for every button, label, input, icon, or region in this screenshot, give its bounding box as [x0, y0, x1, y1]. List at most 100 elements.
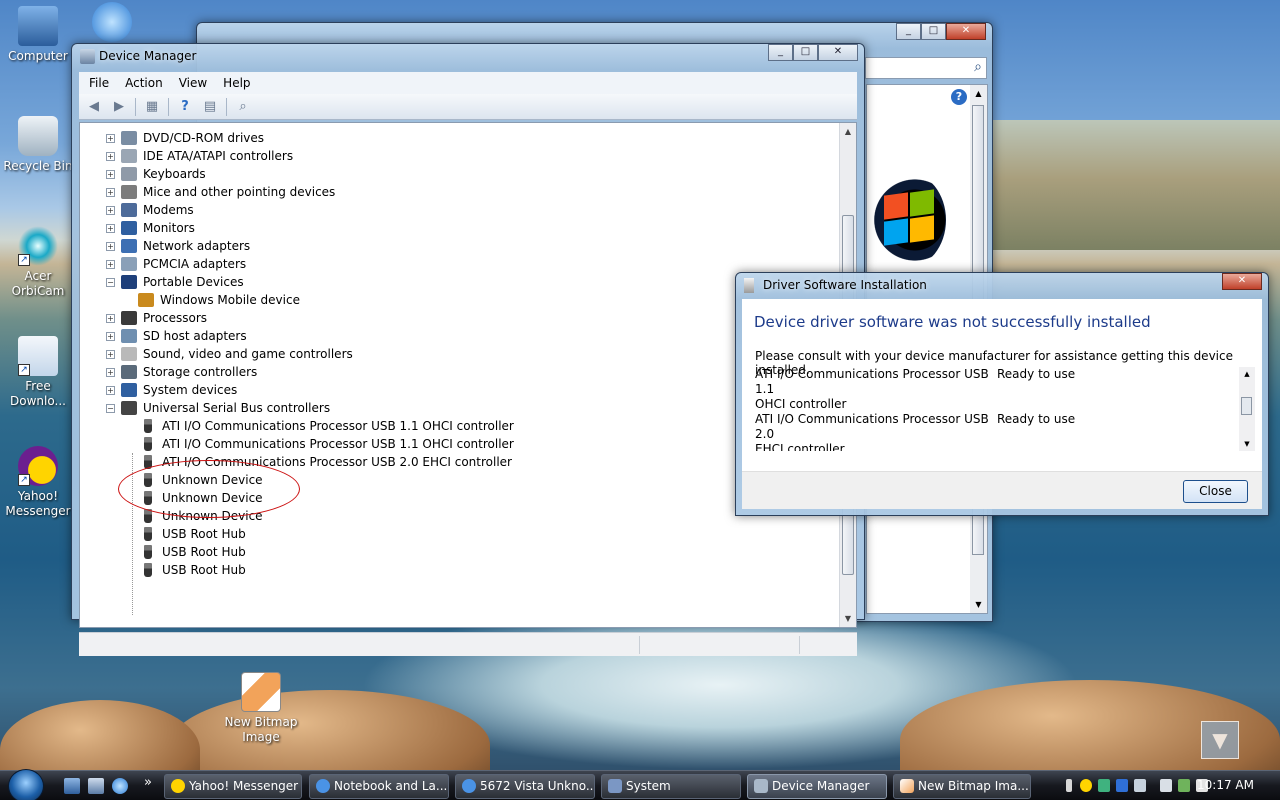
taskbar-button-device-manager[interactable]: Device Manager	[747, 774, 887, 799]
desktop-icon-free-download[interactable]: ↗ Free Downlo...	[0, 336, 76, 409]
desktop-icon-recycle-bin[interactable]: Recycle Bin	[0, 116, 76, 174]
device-tree-category[interactable]: + Modems	[106, 201, 194, 219]
scroll-down-icon[interactable]: ▼	[1239, 437, 1255, 451]
close-icon[interactable]: ✕	[818, 44, 858, 61]
expand-icon[interactable]: +	[106, 241, 115, 251]
switch-windows-icon[interactable]	[88, 778, 104, 794]
sync-tray-icon[interactable]	[1134, 779, 1146, 792]
close-icon[interactable]: ✕	[1222, 273, 1262, 290]
menu-file[interactable]: File	[89, 76, 109, 90]
expand-icon[interactable]: +	[106, 331, 115, 341]
bluetooth-tray-icon[interactable]	[1116, 779, 1128, 792]
show-hide-console-tree-icon[interactable]: ▦	[143, 99, 161, 115]
minimize-icon[interactable]: _	[768, 44, 793, 61]
device-tree-category[interactable]: − Portable Devices	[106, 273, 244, 291]
driver-list-item[interactable]: ATI I/O Communications Processor USB 1.1…	[755, 367, 1255, 397]
device-tree-item[interactable]: USB Root Hub	[140, 525, 246, 543]
minimize-icon[interactable]: _	[896, 23, 921, 40]
collapse-icon[interactable]: −	[106, 277, 115, 287]
back-arrow-icon[interactable]: ◀	[85, 99, 103, 115]
driver-list-item[interactable]: EHCI controller	[755, 442, 1255, 451]
help-icon[interactable]: ?	[176, 99, 194, 115]
expand-icon[interactable]: +	[106, 367, 115, 377]
network-connection-icon[interactable]	[1178, 779, 1190, 792]
forward-arrow-icon[interactable]: ▶	[110, 99, 128, 115]
scroll-up-icon[interactable]: ▲	[1239, 367, 1255, 381]
device-tree-category[interactable]: + SD host adapters	[106, 327, 247, 345]
menu-action[interactable]: Action	[125, 76, 163, 90]
help-icon[interactable]: ?	[951, 89, 967, 105]
properties-icon[interactable]: ▤	[201, 99, 219, 115]
device-tree-category[interactable]: + System devices	[106, 381, 237, 399]
expand-icon[interactable]: +	[106, 133, 115, 143]
expand-icon[interactable]: +	[106, 169, 115, 179]
collapse-icon[interactable]: −	[106, 403, 115, 413]
internet-explorer-icon[interactable]	[112, 778, 128, 794]
device-tree-category[interactable]: + Processors	[106, 309, 207, 327]
bitmap-image-icon	[241, 672, 281, 712]
taskbar-button-new-bitmap[interactable]: New Bitmap Ima...	[893, 774, 1031, 799]
driver-name: EHCI controller	[755, 442, 845, 451]
expand-icon[interactable]: +	[106, 223, 115, 233]
desktop-icon-computer[interactable]: Computer	[0, 6, 76, 64]
expand-icon[interactable]: +	[106, 205, 115, 215]
show-desktop-icon[interactable]	[64, 778, 80, 794]
battery-icon[interactable]	[1066, 779, 1072, 792]
paint-icon	[900, 779, 914, 793]
device-tree-category[interactable]: + Storage controllers	[106, 363, 257, 381]
device-tree-item[interactable]: ATI I/O Communications Processor USB 1.1…	[140, 435, 514, 453]
device-tree-category[interactable]: − Universal Serial Bus controllers	[106, 399, 330, 417]
driver-list-item[interactable]: ATI I/O Communications Processor USB 2.0…	[755, 412, 1255, 442]
device-tree-label: Modems	[143, 203, 194, 217]
driver-list-item[interactable]: OHCI controller	[755, 397, 1255, 412]
expand-icon[interactable]: +	[106, 259, 115, 269]
device-tree-category[interactable]: + Sound, video and game controllers	[106, 345, 353, 363]
menu-view[interactable]: View	[179, 76, 207, 90]
scroll-up-icon[interactable]: ▲	[840, 123, 856, 140]
desktop-icon-acer-orbicam[interactable]: ↗ Acer OrbiCam	[0, 226, 76, 299]
device-tree-category[interactable]: + Monitors	[106, 219, 195, 237]
scroll-thumb[interactable]	[1241, 397, 1252, 415]
quick-launch-overflow[interactable]: »	[144, 775, 152, 790]
yahoo-tray-icon[interactable]	[1080, 779, 1092, 792]
start-button[interactable]	[8, 769, 44, 800]
device-tree-category[interactable]: + PCMCIA adapters	[106, 255, 246, 273]
taskbar-button-vista-unknown[interactable]: 5672 Vista Unkno...	[455, 774, 595, 799]
device-tree-category[interactable]: + DVD/CD-ROM drives	[106, 129, 264, 147]
expand-icon[interactable]: +	[106, 349, 115, 359]
show-desktop-widget[interactable]: ▼	[1201, 721, 1239, 759]
expand-icon[interactable]: +	[106, 385, 115, 395]
device-tree-item[interactable]: Windows Mobile device	[138, 291, 300, 309]
device-tray-icon[interactable]	[1160, 779, 1172, 792]
desktop-icon-internet-explorer[interactable]	[74, 2, 150, 45]
menu-help[interactable]: Help	[223, 76, 250, 90]
device-tree-category[interactable]: + Keyboards	[106, 165, 206, 183]
taskbar-button-system[interactable]: System	[601, 774, 741, 799]
taskbar-button-notebook[interactable]: Notebook and La...	[309, 774, 449, 799]
scroll-down-icon[interactable]: ▼	[840, 610, 856, 627]
expand-icon[interactable]: +	[106, 151, 115, 161]
device-tree-label: ATI I/O Communications Processor USB 1.1…	[162, 437, 514, 451]
device-category-icon	[121, 257, 137, 271]
clock[interactable]: 10:17 AM	[1197, 778, 1254, 792]
expand-icon[interactable]: +	[106, 187, 115, 197]
device-tree-item[interactable]: USB Root Hub	[140, 543, 246, 561]
desktop-icon-new-bitmap[interactable]: New Bitmap Image	[223, 672, 299, 745]
device-tree-category[interactable]: + Network adapters	[106, 237, 250, 255]
device-tree-category[interactable]: + IDE ATA/ATAPI controllers	[106, 147, 293, 165]
device-tree-item[interactable]: USB Root Hub	[140, 561, 246, 579]
taskbar-button-yahoo-messenger[interactable]: Yahoo! Messenger	[164, 774, 302, 799]
driver-list-scrollbar[interactable]: ▲ ▼	[1239, 367, 1255, 451]
device-tree-item[interactable]: ATI I/O Communications Processor USB 1.1…	[140, 417, 514, 435]
network-tray-icon[interactable]	[1098, 779, 1110, 792]
expand-icon[interactable]: +	[106, 313, 115, 323]
close-icon[interactable]: ✕	[946, 23, 986, 40]
device-tree-category[interactable]: + Mice and other pointing devices	[106, 183, 335, 201]
system-search-box[interactable]: ⌕	[865, 57, 987, 79]
desktop-icon-yahoo-messenger[interactable]: ↗ Yahoo! Messenger	[0, 446, 76, 519]
close-button[interactable]: Close	[1183, 480, 1248, 503]
maximize-icon[interactable]: □	[921, 23, 946, 40]
maximize-icon[interactable]: □	[793, 44, 818, 61]
scan-hardware-changes-icon[interactable]: ⌕	[234, 99, 252, 115]
driver-install-dialog[interactable]: Driver Software Installation ✕ Device dr…	[735, 272, 1269, 516]
